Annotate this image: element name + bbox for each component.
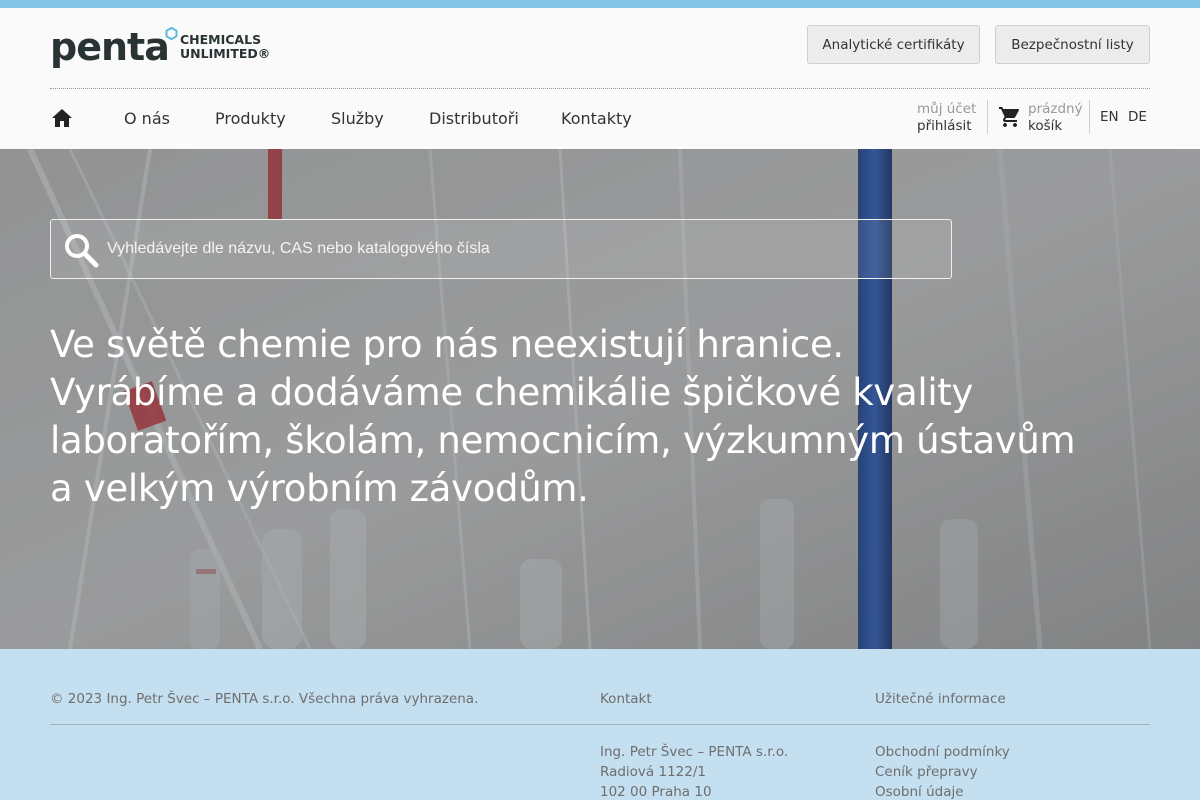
footer-info-heading: Užitečné informace (875, 691, 1006, 707)
nav-item-distributors[interactable]: Distributoři (429, 109, 519, 128)
footer-info-links: Obchodní podmínky Ceník přepravy Osobní … (875, 742, 1010, 800)
footer-link-terms[interactable]: Obchodní podmínky (875, 742, 1010, 762)
logo-wordmark: penta (50, 25, 170, 69)
product-search[interactable] (50, 219, 952, 279)
nav-item-services[interactable]: Služby (331, 109, 384, 128)
language-de[interactable]: DE (1128, 109, 1147, 125)
logo-hexagon-icon (165, 27, 178, 40)
cart-link[interactable]: prázdný košík (1028, 101, 1083, 135)
hero-line: Vyrábíme a dodáváme chemikálie špičkové … (50, 371, 974, 414)
hero-section: Ve světě chemie pro nás neexistují hrani… (0, 149, 1200, 649)
account-link[interactable]: můj účet přihlásit (917, 101, 976, 135)
login-link[interactable]: přihlásit (917, 118, 976, 135)
nav-item-about[interactable]: O nás (124, 109, 170, 128)
site-header: penta CHEMICALS UNLIMITED® Analytické ce… (0, 8, 1200, 149)
nav-item-products[interactable]: Produkty (215, 109, 286, 128)
hero-line: laboratořím, školám, nemocnicím, výzkumn… (50, 419, 1076, 462)
language-en[interactable]: EN (1100, 109, 1119, 125)
search-input[interactable] (107, 230, 937, 268)
top-accent-bar (0, 0, 1200, 8)
footer-link-personal-data[interactable]: Osobní údaje (875, 782, 1010, 800)
logo-tagline-line1: CHEMICALS (180, 32, 262, 47)
cart-icon[interactable] (998, 105, 1022, 129)
footer-divider (50, 724, 1150, 725)
header-separator (987, 100, 988, 134)
address-line: Radiová 1122/1 (600, 764, 706, 780)
site-footer: © 2023 Ing. Petr Švec – PENTA s.r.o. Vše… (0, 649, 1200, 800)
copyright-text: © 2023 Ing. Petr Švec – PENTA s.r.o. Vše… (50, 691, 479, 707)
account-label: můj účet (917, 101, 977, 117)
header-separator (1089, 100, 1090, 134)
analytical-certificates-button[interactable]: Analytické certifikáty (807, 25, 980, 64)
nav-item-contacts[interactable]: Kontakty (561, 109, 632, 128)
cart-status: prázdný (1028, 101, 1083, 117)
footer-contact-heading: Kontakt (600, 691, 652, 707)
home-icon[interactable] (50, 107, 74, 129)
safety-data-sheets-button[interactable]: Bezpečnostní listy (995, 25, 1150, 64)
address-line: Ing. Petr Švec – PENTA s.r.o. (600, 744, 789, 760)
logo-tagline-line2: UNLIMITED® (180, 46, 271, 61)
logo-tagline: CHEMICALS UNLIMITED® (180, 33, 270, 61)
search-icon[interactable] (63, 232, 99, 268)
footer-contact-address: Ing. Petr Švec – PENTA s.r.o. Radiová 11… (600, 742, 788, 800)
footer-link-shipping-prices[interactable]: Ceník přepravy (875, 762, 1010, 782)
header-divider (50, 88, 1150, 89)
address-line: 102 00 Praha 10 (600, 784, 712, 800)
hero-headline: Ve světě chemie pro nás neexistují hrani… (50, 321, 1110, 513)
hero-line: a velkým výrobním závodům. (50, 467, 589, 510)
cart-label: košík (1028, 118, 1063, 134)
hero-line: Ve světě chemie pro nás neexistují hrani… (50, 323, 844, 366)
penta-logo[interactable]: penta CHEMICALS UNLIMITED® (50, 25, 270, 70)
